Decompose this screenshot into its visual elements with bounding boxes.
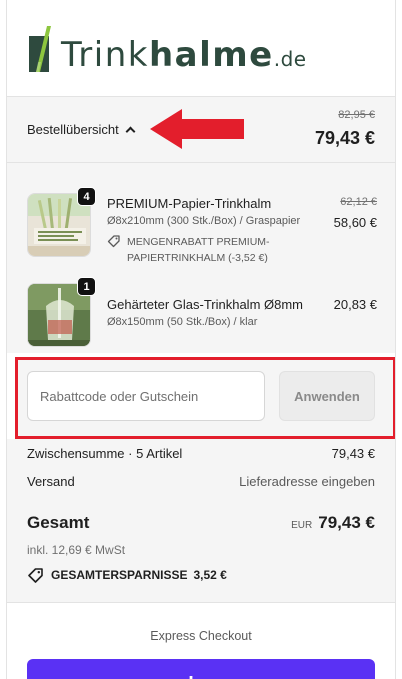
brand-tld: .de (273, 47, 307, 71)
product-variant: Ø8x210mm (300 Stk./Box) / Graspapier (107, 215, 301, 227)
item-discount-text: MENGENRABATT PREMIUM-PAPIERTRINKHALM (-3… (127, 236, 270, 264)
grand-total-label: Gesamt (27, 513, 90, 532)
item-old-price: 62,12 € (340, 196, 377, 208)
brand-wordmark: Trinkhalme.de (61, 38, 307, 72)
tag-icon (28, 568, 43, 583)
product-title: PREMIUM-Papier-Trinkhalm (107, 196, 272, 211)
old-total-price: 82,95 € (338, 109, 375, 121)
line-item: 4 PREMIUM-Papier-Trinkhalm Ø8x210mm (300… (27, 187, 377, 273)
apply-discount-button[interactable]: Anwenden (279, 371, 375, 421)
grand-total: EUR 79,43 € (291, 513, 375, 533)
order-summary-bar: Bestellübersicht 82,95 € 79,43 € (7, 97, 395, 163)
red-arrow-annotation-icon (150, 109, 244, 149)
subtotal-row: Zwischensumme · 5 Artikel 79,43 € (27, 446, 375, 461)
express-checkout-label: Express Checkout (150, 629, 252, 643)
quantity-badge: 4 (77, 187, 96, 206)
summary-total-price: 79,43 € (314, 128, 375, 148)
grand-total-value: 79,43 € (318, 513, 375, 532)
chevron-up-icon (125, 126, 136, 137)
tax-note: inkl. 12,69 € MwSt (27, 543, 126, 557)
savings-label: GESAMTERSPARNISSE (51, 568, 188, 582)
line-item: 1 Gehärteter Glas-Trinkhalm Ø8mm Ø8x150m… (27, 277, 377, 349)
savings-value: 3,52 € (193, 568, 227, 582)
item-price: 20,83 € (333, 297, 377, 312)
totals-section: Zwischensumme · 5 Artikel 79,43 € Versan… (7, 439, 395, 603)
shop-pay-button[interactable]: shop (27, 659, 375, 679)
tag-icon (107, 235, 120, 248)
brand-name-bold: halme (148, 35, 274, 75)
discount-code-input[interactable] (27, 371, 265, 421)
shipping-row: Versand Lieferadresse eingeben (27, 474, 375, 489)
total-savings: GESAMTERSPARNISSE 3,52 € (27, 567, 227, 583)
item-discount: MENGENRABATT PREMIUM-PAPIERTRINKHALM (-3… (107, 234, 307, 266)
checkout-page: Trinkhalme.de Bestellübersicht 82,95 € 7… (6, 0, 396, 679)
quantity-badge: 1 (77, 277, 96, 296)
shipping-value: Lieferadresse eingeben (239, 474, 375, 489)
brand-name-light: Trink (61, 35, 149, 75)
item-price: 58,60 € (333, 215, 377, 230)
straw-logo-icon (29, 26, 51, 72)
product-variant: Ø8x150mm (50 Stk./Box) / klar (107, 316, 258, 328)
subtotal-value: 79,43 € (331, 446, 375, 461)
product-title: Gehärteter Glas-Trinkhalm Ø8mm (107, 297, 304, 312)
order-summary-toggle[interactable]: Bestellübersicht (27, 122, 136, 137)
order-summary-label: Bestellübersicht (27, 122, 119, 137)
header: Trinkhalme.de (7, 0, 395, 97)
subtotal-label: Zwischensumme · 5 Artikel (27, 446, 183, 461)
shipping-label: Versand (27, 474, 75, 489)
line-items: 4 PREMIUM-Papier-Trinkhalm Ø8x210mm (300… (7, 163, 395, 353)
currency-code: EUR (291, 520, 313, 531)
brand-logo[interactable]: Trinkhalme.de (27, 24, 307, 72)
